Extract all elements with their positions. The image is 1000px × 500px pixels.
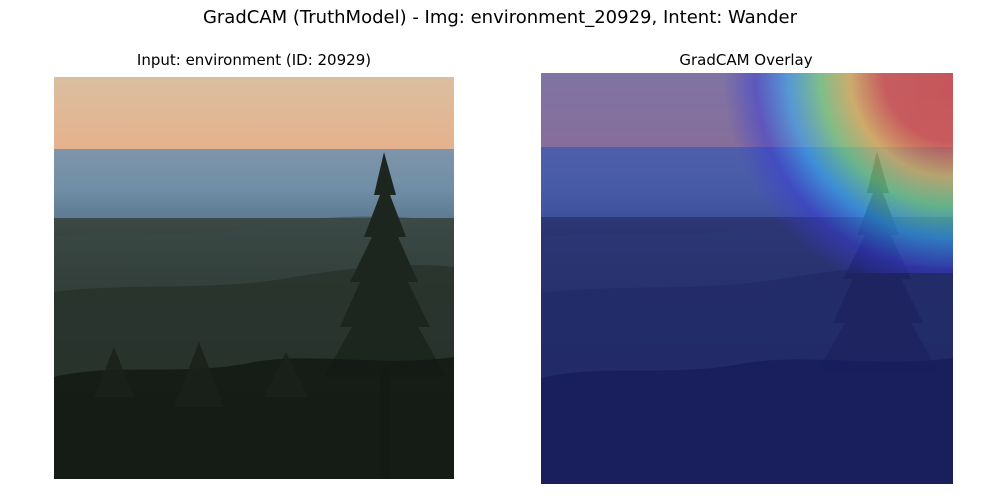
- figure-suptitle: GradCAM (TruthModel) - Img: environment_…: [202, 7, 798, 28]
- gradcam-overlay-image: [541, 73, 953, 484]
- landscape-photo: [54, 77, 454, 479]
- heatmap-hot-region: [721, 73, 953, 273]
- overlay-panel-title: GradCAM Overlay: [679, 51, 813, 69]
- input-image: [54, 77, 454, 479]
- input-panel-title: Input: environment (ID: 20929): [136, 51, 372, 69]
